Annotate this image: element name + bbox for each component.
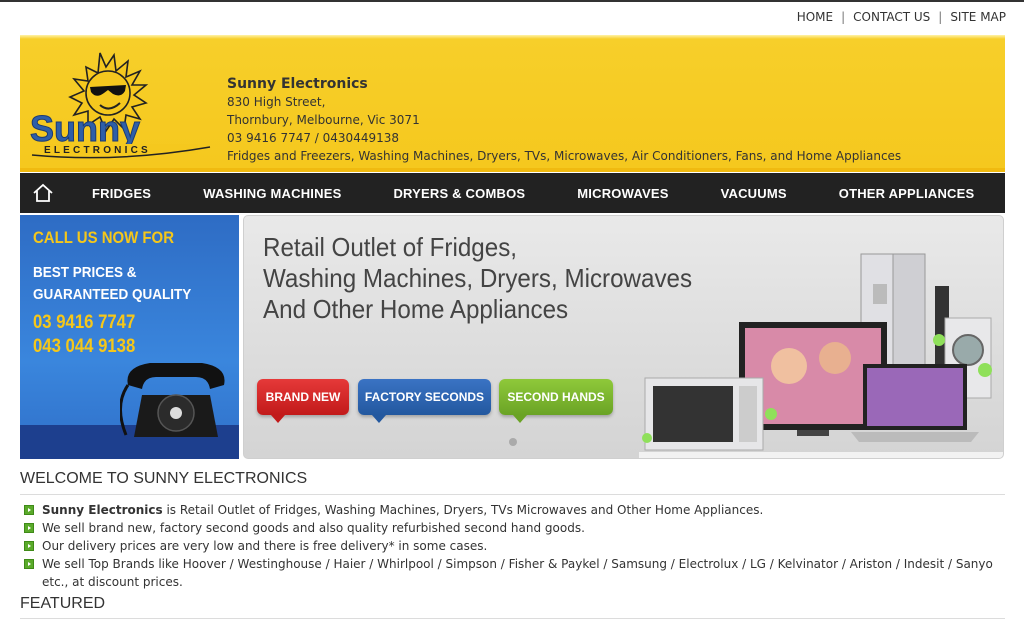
home-link[interactable]: HOME — [797, 10, 833, 24]
site-map-link[interactable]: SITE MAP — [950, 10, 1006, 24]
nav-dryers-combos[interactable]: DRYERS & COMBOS — [367, 186, 551, 201]
home-icon — [33, 183, 53, 202]
top-links: HOME | CONTACT US | SITE MAP — [797, 10, 1006, 24]
separator: | — [938, 10, 943, 24]
bullet-icon — [24, 559, 34, 569]
promo-line-2: BEST PRICES & GUARANTEED QUALITY — [33, 264, 192, 303]
list-item: We sell Top Brands like Hoover / Westing… — [24, 555, 999, 591]
svg-text:ELECTRONICS: ELECTRONICS — [44, 145, 151, 156]
appliances-illustration — [639, 253, 1003, 458]
featured-heading: FEATURED — [20, 595, 106, 612]
nav-microwaves[interactable]: MICROWAVES — [551, 186, 694, 201]
list-text: We sell brand new, factory second goods … — [42, 521, 585, 535]
site-header: Sunny ELECTRONICS Sunny Electronics 830 … — [20, 35, 1005, 172]
separator: | — [841, 10, 846, 24]
address-line-1: 830 High Street, — [227, 95, 326, 109]
list-item: Our delivery prices are very low and the… — [24, 537, 999, 555]
contact-us-link[interactable]: CONTACT US — [853, 10, 930, 24]
bullet-icon — [24, 541, 34, 551]
address-line-2: Thornbury, Melbourne, Vic 3071 — [227, 113, 420, 127]
hero-banner: Retail Outlet of Fridges, Washing Machin… — [243, 215, 1004, 459]
list-text: Our delivery prices are very low and the… — [42, 539, 488, 553]
list-text: We sell Top Brands like Hoover / Westing… — [42, 557, 993, 589]
promo-phone-1: 03 9416 7747 — [33, 312, 136, 333]
company-name-bold: Sunny Electronics — [42, 503, 163, 517]
list-item: We sell brand new, factory second goods … — [24, 519, 999, 537]
brand-new-button[interactable]: BRAND NEW — [257, 379, 349, 423]
call-us-promo[interactable]: CALL US NOW FOR BEST PRICES & GUARANTEED… — [20, 215, 239, 459]
second-hands-button[interactable]: SECOND HANDS — [499, 379, 613, 423]
product-list: Fridges and Freezers, Washing Machines, … — [227, 149, 902, 163]
banner-headline-2: Washing Machines, Dryers, Microwaves — [263, 263, 693, 293]
welcome-heading: WELCOME TO SUNNY ELECTRONICS — [20, 470, 308, 487]
telephone-icon — [120, 363, 225, 437]
main-nav: FRIDGES WASHING MACHINES DRYERS & COMBOS… — [20, 173, 1005, 213]
nav-washing-machines[interactable]: WASHING MACHINES — [177, 186, 367, 201]
nav-other-appliances[interactable]: OTHER APPLIANCES — [813, 186, 1001, 201]
sunny-electronics-logo[interactable]: Sunny ELECTRONICS — [28, 51, 213, 163]
svg-text:Sunny: Sunny — [30, 108, 140, 149]
nav-home[interactable] — [20, 173, 66, 213]
promo-line-1: CALL US NOW FOR — [33, 228, 175, 247]
company-name: Sunny Electronics — [227, 76, 368, 92]
banner-headline-3: And Other Home Appliances — [263, 294, 569, 324]
divider — [20, 494, 1005, 495]
list-item: Sunny Electronics is Retail Outlet of Fr… — [24, 501, 999, 519]
bullet-icon — [24, 505, 34, 515]
promo-phones: 03 9416 7747 043 044 9138 — [33, 311, 135, 359]
factory-seconds-button[interactable]: FACTORY SECONDS — [358, 379, 491, 423]
list-text: is Retail Outlet of Fridges, Washing Mac… — [162, 503, 764, 517]
company-info: Sunny Electronics 830 High Street, Thorn… — [227, 75, 901, 165]
bullet-icon — [24, 523, 34, 533]
welcome-list: Sunny Electronics is Retail Outlet of Fr… — [24, 501, 999, 591]
nav-vacuums[interactable]: VACUUMS — [695, 186, 813, 201]
carousel-dot[interactable] — [509, 438, 517, 446]
banner-headline: Retail Outlet of Fridges, Washing Machin… — [263, 232, 692, 325]
banner-headline-1: Retail Outlet of Fridges, — [263, 232, 518, 262]
nav-fridges[interactable]: FRIDGES — [66, 186, 177, 201]
phone-numbers: 03 9416 7747 / 0430449138 — [227, 131, 399, 145]
